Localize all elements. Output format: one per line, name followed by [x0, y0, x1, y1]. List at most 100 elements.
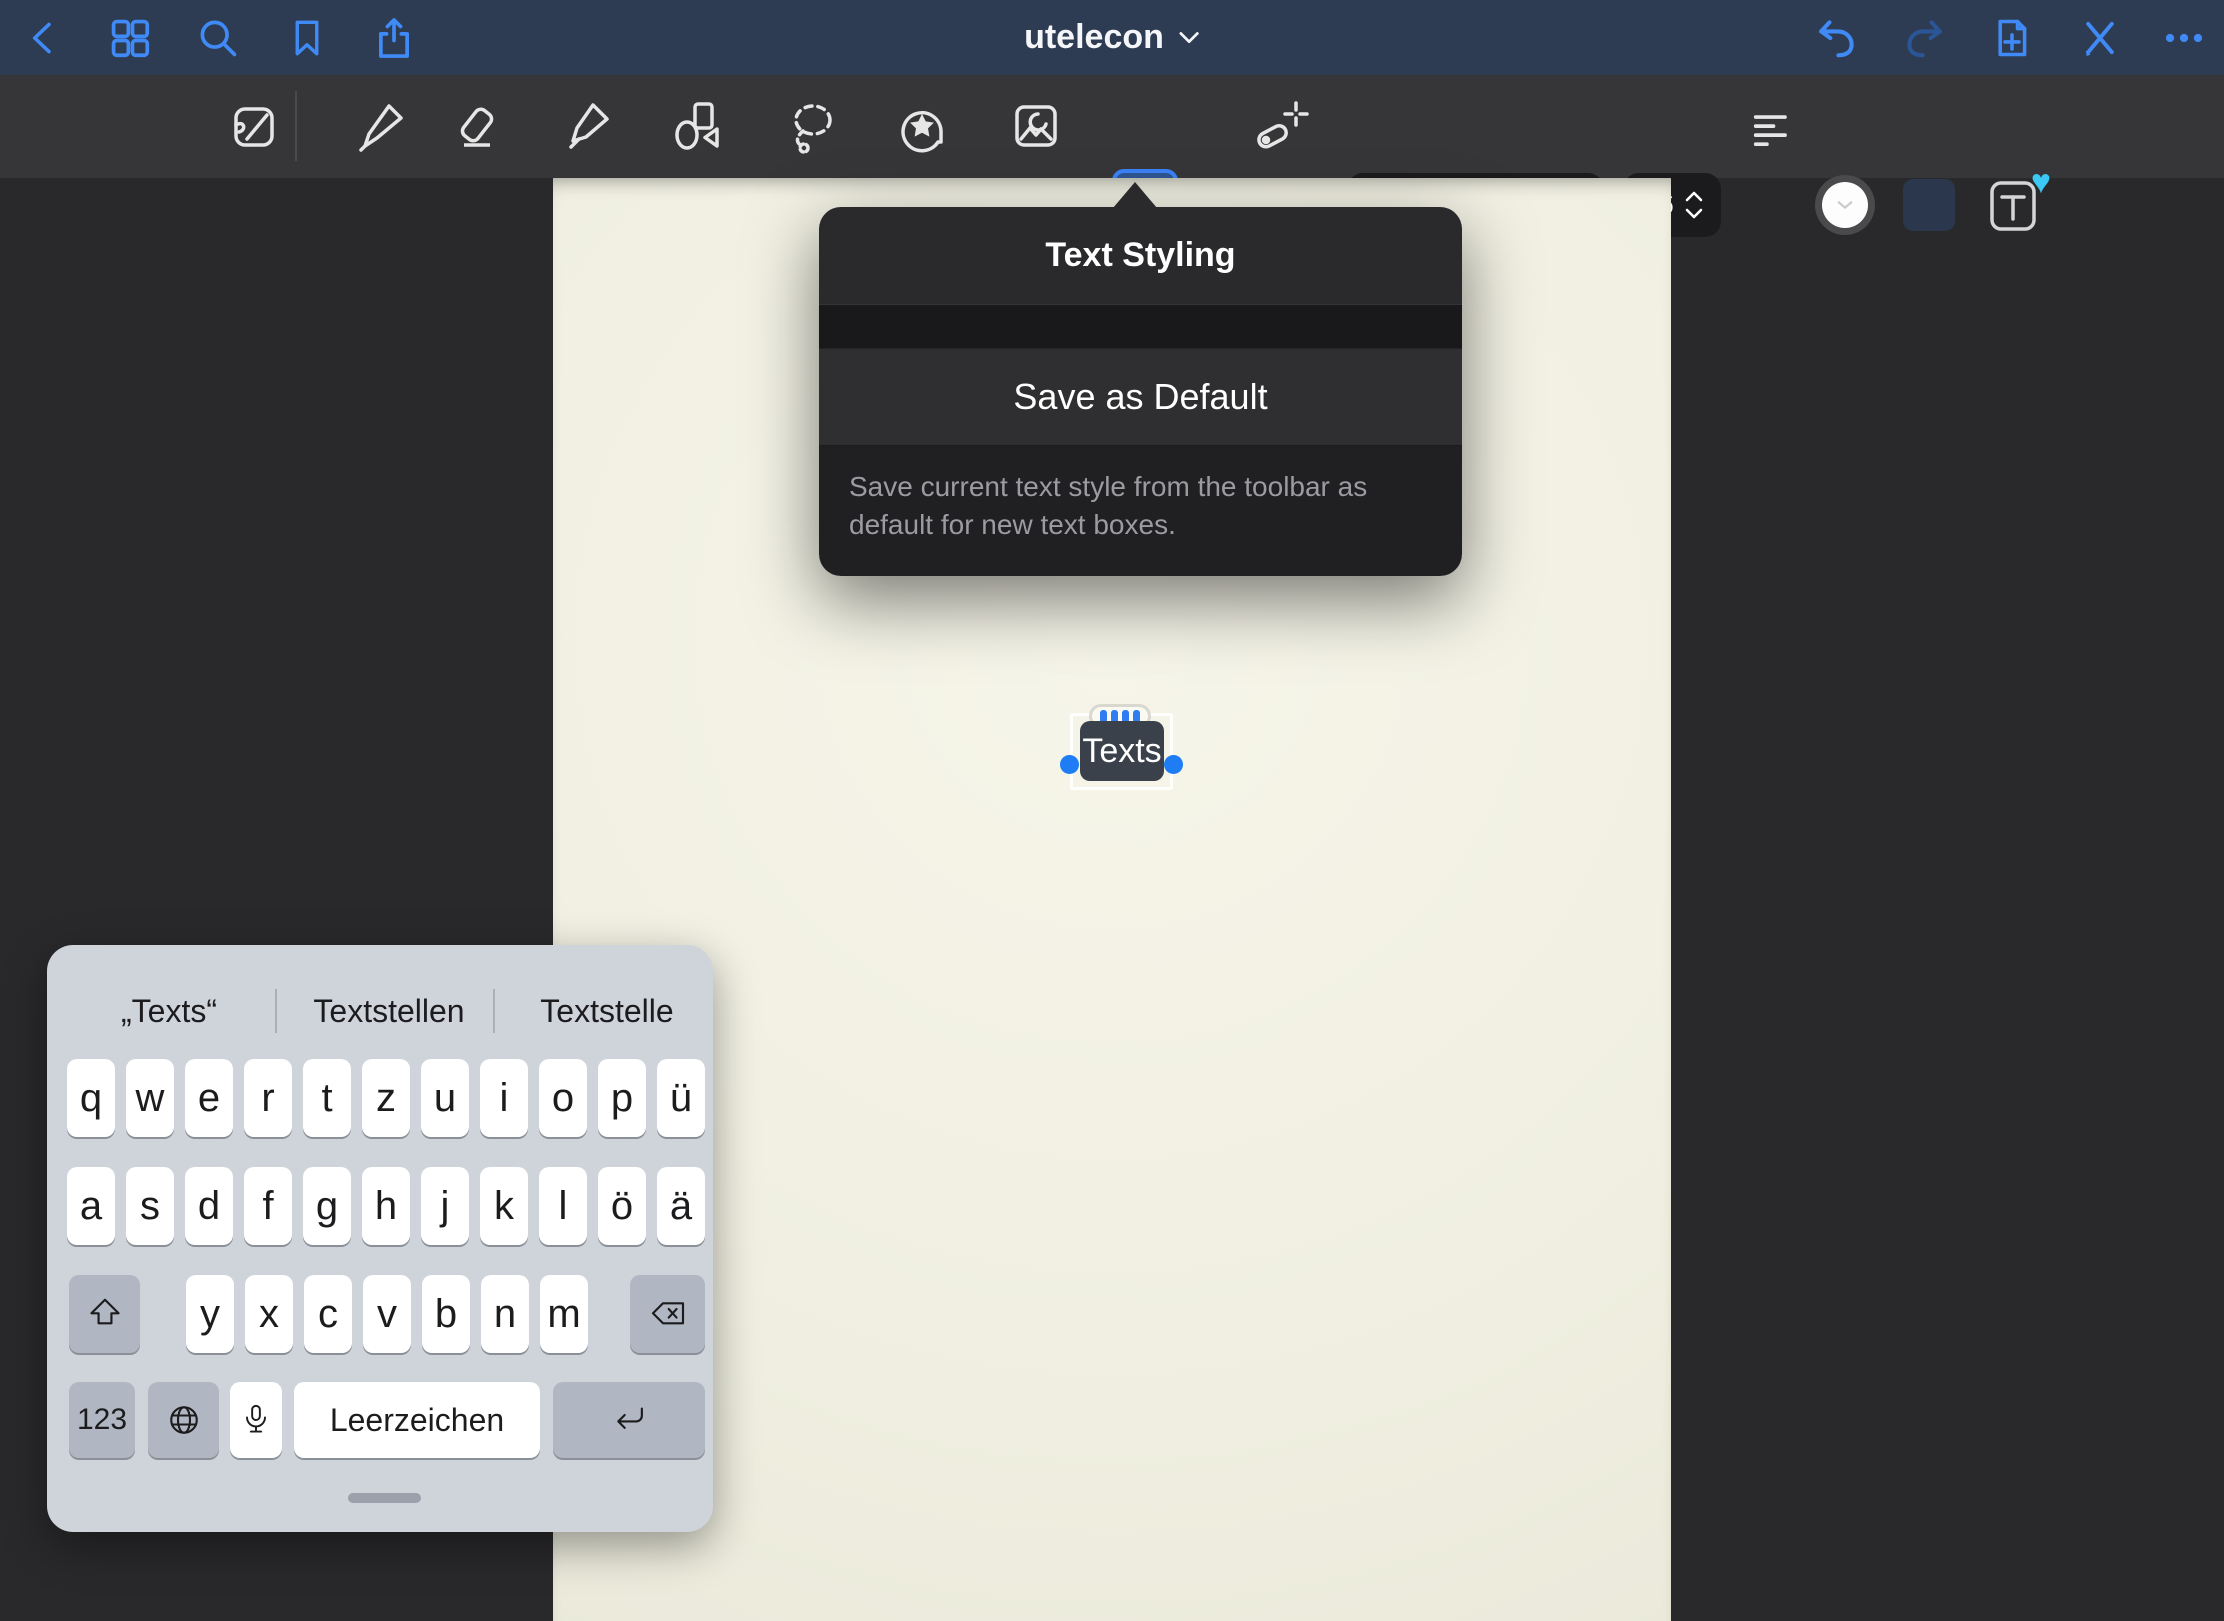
suggestion-1[interactable]: „Texts“ — [79, 985, 259, 1037]
app-window: utelecon — [0, 0, 2224, 1621]
key-row-1: qwertzuiopü — [67, 1059, 705, 1137]
key-row-3: yxcvbnm — [186, 1275, 588, 1353]
save-as-default-button[interactable]: Save as Default — [819, 349, 1462, 446]
add-page-button[interactable] — [1988, 14, 2036, 62]
key-w[interactable]: w — [126, 1059, 174, 1137]
key-u[interactable]: u — [421, 1059, 469, 1137]
chevron-down-icon — [1178, 30, 1200, 46]
suggestion-divider — [493, 989, 495, 1033]
favorite-text-style-button[interactable]: ♥ — [1985, 173, 2045, 237]
text-box-content[interactable]: Texts — [1080, 721, 1164, 781]
back-button[interactable] — [20, 14, 68, 62]
popover-arrow — [1113, 182, 1157, 208]
search-icon — [195, 15, 241, 61]
highlighter-tool[interactable] — [560, 98, 616, 154]
laser-pointer-tool[interactable] — [1253, 98, 1309, 154]
resize-handle-right[interactable] — [1164, 755, 1183, 774]
key-q[interactable]: q — [67, 1059, 115, 1137]
eraser-icon — [449, 98, 505, 154]
shapes-tool[interactable] — [670, 98, 726, 154]
redo-button[interactable] — [1901, 14, 1949, 62]
suggestion-2[interactable]: Textstellen — [299, 985, 479, 1037]
shift-icon — [85, 1294, 125, 1334]
key-m[interactable]: m — [540, 1275, 588, 1353]
key-e[interactable]: e — [185, 1059, 233, 1137]
key-o[interactable]: o — [539, 1059, 587, 1137]
share-icon — [371, 14, 417, 62]
key-p[interactable]: p — [598, 1059, 646, 1137]
key-g[interactable]: g — [303, 1167, 351, 1245]
back-icon — [24, 14, 64, 62]
text-color-swatch[interactable] — [1815, 175, 1875, 235]
numbers-key[interactable]: 123 — [69, 1382, 135, 1458]
stop-editing-button[interactable] — [2076, 14, 2124, 62]
shift-key[interactable] — [69, 1275, 140, 1353]
key-ö[interactable]: ö — [598, 1167, 646, 1245]
key-j[interactable]: j — [421, 1167, 469, 1245]
pen-tool[interactable] — [353, 98, 409, 154]
key-h[interactable]: h — [362, 1167, 410, 1245]
popover-title: Text Styling — [819, 207, 1462, 305]
key-c[interactable]: c — [304, 1275, 352, 1353]
key-n[interactable]: n — [481, 1275, 529, 1353]
text-align-button[interactable] — [1744, 102, 1800, 158]
photo-tool[interactable] — [1008, 98, 1064, 154]
page-grid-icon — [107, 15, 153, 61]
selected-text-box[interactable]: Texts — [1070, 713, 1173, 790]
popover-separator-strip — [819, 305, 1462, 349]
key-y[interactable]: y — [186, 1275, 234, 1353]
heart-icon: ♥ — [2031, 165, 2051, 199]
key-ä[interactable]: ä — [657, 1167, 705, 1245]
keyboard-drag-handle[interactable] — [348, 1493, 421, 1503]
space-key[interactable]: Leerzeichen — [294, 1382, 540, 1458]
search-button[interactable] — [194, 14, 242, 62]
chevron-down-icon — [1836, 199, 1854, 211]
read-only-mode-button[interactable] — [225, 98, 281, 154]
key-t[interactable]: t — [303, 1059, 351, 1137]
key-b[interactable]: b — [422, 1275, 470, 1353]
onscreen-keyboard: „Texts“ Textstellen Textstelle qwertzuio… — [47, 945, 713, 1532]
key-v[interactable]: v — [363, 1275, 411, 1353]
bookmark-icon — [286, 15, 328, 61]
backspace-key[interactable] — [630, 1275, 705, 1353]
secondary-color-swatch[interactable] — [1903, 179, 1955, 231]
bookmark-button[interactable] — [283, 14, 331, 62]
undo-icon — [1813, 14, 1859, 62]
key-z[interactable]: z — [362, 1059, 410, 1137]
mic-icon — [238, 1399, 274, 1441]
suggestion-3[interactable]: Textstelle — [517, 985, 697, 1037]
more-button[interactable] — [2160, 14, 2208, 62]
return-icon — [609, 1400, 649, 1440]
elements-tool[interactable] — [894, 98, 950, 154]
eraser-tool[interactable] — [449, 98, 505, 154]
key-k[interactable]: k — [480, 1167, 528, 1245]
key-l[interactable]: l — [539, 1167, 587, 1245]
document-title-button[interactable]: utelecon — [1024, 0, 1200, 75]
share-button[interactable] — [370, 14, 418, 62]
lasso-tool[interactable] — [784, 98, 840, 154]
key-x[interactable]: x — [245, 1275, 293, 1353]
key-d[interactable]: d — [185, 1167, 233, 1245]
toolbar-divider — [295, 91, 297, 161]
key-s[interactable]: s — [126, 1167, 174, 1245]
key-f[interactable]: f — [244, 1167, 292, 1245]
undo-button[interactable] — [1812, 14, 1860, 62]
dictation-key[interactable] — [230, 1382, 282, 1458]
key-a[interactable]: a — [67, 1167, 115, 1245]
key-r[interactable]: r — [244, 1059, 292, 1137]
key-ü[interactable]: ü — [657, 1059, 705, 1137]
page-title: utelecon — [1024, 18, 1164, 57]
read-only-mode-icon — [225, 98, 281, 154]
text-color-current — [1822, 182, 1868, 228]
resize-handle-left[interactable] — [1060, 755, 1079, 774]
globe-key[interactable] — [148, 1382, 219, 1458]
return-key[interactable] — [553, 1382, 705, 1458]
align-left-icon — [1749, 107, 1795, 153]
key-i[interactable]: i — [480, 1059, 528, 1137]
page-grid-button[interactable] — [106, 14, 154, 62]
lasso-icon — [784, 98, 840, 154]
suggestion-divider — [275, 989, 277, 1033]
redo-icon — [1902, 14, 1948, 62]
add-page-icon — [1990, 13, 2034, 63]
stop-editing-icon — [2078, 15, 2122, 61]
